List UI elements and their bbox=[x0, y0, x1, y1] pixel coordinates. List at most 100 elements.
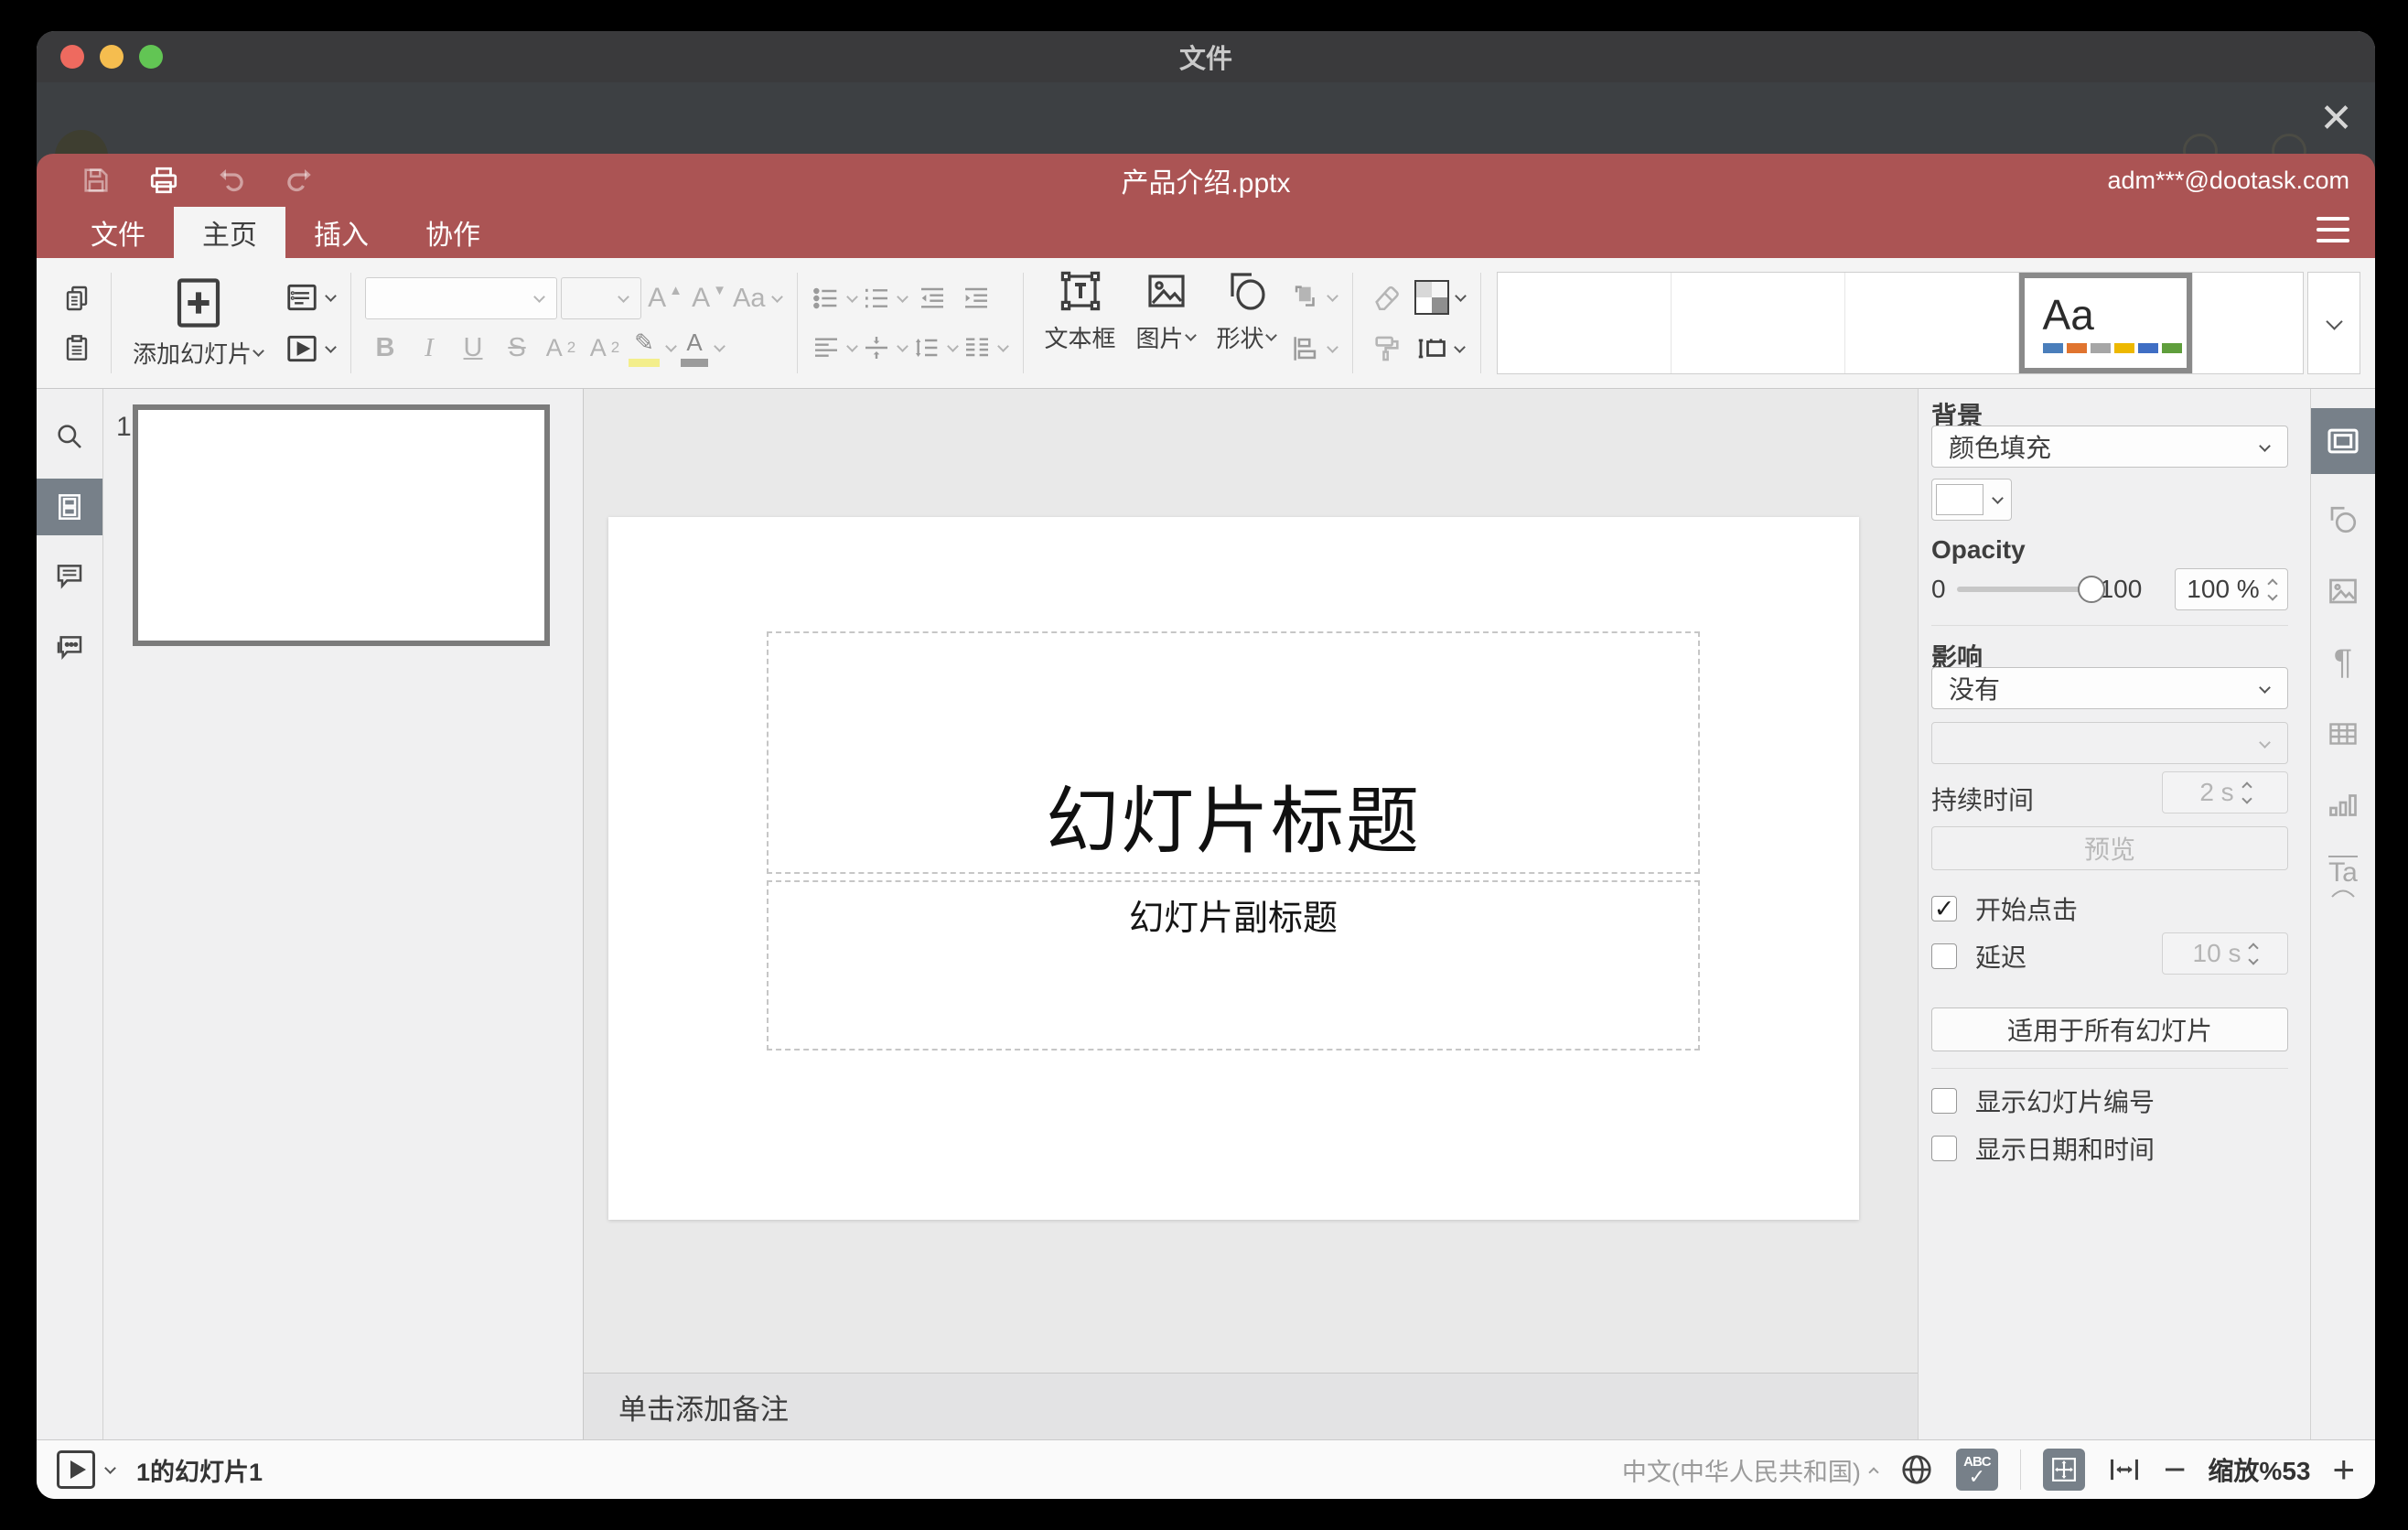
preview-button[interactable]: 预览 bbox=[1931, 826, 2288, 870]
effect-select[interactable]: 没有 bbox=[1931, 667, 2288, 709]
tab-file[interactable]: 文件 bbox=[62, 207, 174, 258]
font-color-button[interactable]: A bbox=[681, 327, 726, 369]
increase-font-button[interactable]: A ▲ bbox=[645, 277, 685, 319]
theme-item[interactable] bbox=[1497, 273, 1672, 373]
slide-editor[interactable]: 幻灯片标题 幻灯片副标题 bbox=[608, 517, 1859, 1220]
highlight-color-button[interactable]: ✎ bbox=[629, 327, 677, 369]
align-shape-button[interactable] bbox=[1290, 328, 1338, 370]
horizontal-align-button[interactable] bbox=[812, 327, 858, 369]
numbered-list-button[interactable] bbox=[862, 277, 908, 319]
account-email[interactable]: adm***@dootask.com bbox=[2107, 167, 2349, 195]
chart-settings-tab[interactable] bbox=[2311, 780, 2375, 831]
minimize-traffic-icon[interactable] bbox=[100, 45, 124, 69]
redo-icon[interactable] bbox=[280, 161, 318, 199]
insert-textbox-button[interactable]: 文本框 bbox=[1037, 258, 1123, 364]
paragraph-settings-tab[interactable]: ¶ bbox=[2311, 637, 2375, 688]
undo-icon[interactable] bbox=[212, 161, 251, 199]
tab-collaboration[interactable]: 协作 bbox=[397, 207, 509, 258]
strikethrough-button[interactable]: S bbox=[497, 327, 537, 369]
copy-style-roller-icon[interactable] bbox=[1367, 328, 1407, 370]
theme-item[interactable] bbox=[1844, 273, 2019, 373]
duration-spinner[interactable]: 2 s bbox=[2162, 771, 2288, 813]
zoom-out-button[interactable]: − bbox=[2164, 1450, 2187, 1489]
close-traffic-icon[interactable] bbox=[60, 45, 84, 69]
table-settings-tab[interactable] bbox=[2311, 708, 2375, 760]
slide-size-button[interactable] bbox=[1414, 328, 1467, 370]
maximize-traffic-icon[interactable] bbox=[139, 45, 163, 69]
spinner-arrows[interactable] bbox=[2241, 781, 2252, 804]
fill-type-select[interactable]: 颜色填充 bbox=[1931, 426, 2288, 468]
delay-spinner[interactable]: 10 s bbox=[2162, 932, 2288, 975]
start-slideshow-status-button[interactable] bbox=[57, 1450, 95, 1489]
decrease-font-button[interactable]: A ▼ bbox=[689, 277, 729, 319]
effect-type-select[interactable] bbox=[1931, 722, 2288, 764]
search-button[interactable] bbox=[37, 407, 102, 466]
fit-to-slide-button[interactable] bbox=[2042, 1449, 2085, 1491]
comments-tab[interactable] bbox=[37, 546, 102, 605]
tab-home[interactable]: 主页 bbox=[174, 207, 285, 258]
superscript-button[interactable]: A2 bbox=[541, 327, 581, 369]
font-size-select[interactable] bbox=[561, 277, 642, 319]
theme-item[interactable] bbox=[2192, 273, 2303, 373]
slide-settings-tab[interactable] bbox=[2311, 408, 2375, 474]
language-selector[interactable]: 中文(中华人民共和国) bbox=[1622, 1452, 1879, 1488]
subscript-button[interactable]: A2 bbox=[585, 327, 625, 369]
italic-button[interactable]: I bbox=[409, 327, 449, 369]
change-case-button[interactable]: Aa bbox=[733, 277, 783, 319]
shape-settings-tab[interactable] bbox=[2311, 494, 2375, 545]
font-name-select[interactable] bbox=[365, 277, 558, 319]
theme-item-selected[interactable]: Aa bbox=[2018, 273, 2193, 373]
opacity-slider-handle[interactable] bbox=[2077, 576, 2105, 603]
slides-panel-tab[interactable] bbox=[37, 479, 102, 535]
shape-label: 形状 bbox=[1216, 324, 1264, 352]
paste-icon[interactable] bbox=[57, 327, 97, 369]
apply-to-all-button[interactable]: 适用于所有幻灯片 bbox=[1931, 1007, 2288, 1051]
shape-fill-color-button[interactable] bbox=[1414, 276, 1467, 318]
underline-button[interactable]: U bbox=[453, 327, 493, 369]
chevron-down-icon bbox=[1992, 491, 2004, 504]
decrease-indent-button[interactable] bbox=[912, 277, 952, 319]
slide-thumbnail[interactable] bbox=[133, 404, 550, 646]
spellcheck-toggle[interactable]: ABC ✓ bbox=[1955, 1449, 1998, 1491]
start-slideshow-button[interactable] bbox=[285, 328, 337, 370]
opacity-spinner[interactable]: 100 % bbox=[2175, 568, 2288, 610]
bullet-list-button[interactable] bbox=[812, 277, 858, 319]
start-on-click-checkbox[interactable]: ✓ bbox=[1931, 896, 1957, 921]
add-slide-button[interactable]: 添加幻灯片 bbox=[125, 270, 272, 376]
vertical-align-button[interactable] bbox=[862, 327, 908, 369]
notes-area[interactable]: 单击添加备注 bbox=[584, 1373, 1918, 1439]
fill-color-picker[interactable] bbox=[1931, 479, 2012, 521]
theme-item[interactable] bbox=[1671, 273, 1845, 373]
eraser-icon[interactable] bbox=[1367, 276, 1407, 318]
tab-insert[interactable]: 插入 bbox=[285, 207, 397, 258]
opacity-slider[interactable] bbox=[1956, 576, 2105, 603]
delay-checkbox[interactable] bbox=[1931, 943, 1957, 969]
columns-button[interactable] bbox=[962, 327, 1009, 369]
zoom-in-button[interactable]: + bbox=[2332, 1450, 2355, 1489]
bold-button[interactable]: B bbox=[365, 327, 405, 369]
textart-settings-tab[interactable]: Ta bbox=[2311, 851, 2375, 902]
document-language-icon[interactable] bbox=[1899, 1452, 1934, 1487]
show-datetime-checkbox[interactable] bbox=[1931, 1136, 1957, 1161]
close-icon[interactable]: ✕ bbox=[2319, 99, 2353, 139]
insert-shape-button[interactable]: 形状 bbox=[1209, 258, 1285, 364]
title-placeholder[interactable]: 幻灯片标题 bbox=[767, 631, 1700, 874]
fit-to-width-button[interactable] bbox=[2107, 1452, 2142, 1487]
image-settings-tab[interactable] bbox=[2311, 566, 2375, 617]
menu-icon[interactable] bbox=[2317, 217, 2349, 242]
line-spacing-button[interactable] bbox=[912, 327, 959, 369]
arrange-shape-button[interactable] bbox=[1290, 276, 1338, 318]
spinner-arrows[interactable] bbox=[2248, 942, 2260, 965]
subtitle-placeholder[interactable]: 幻灯片副标题 bbox=[767, 880, 1700, 1051]
show-slide-number-checkbox[interactable] bbox=[1931, 1088, 1957, 1114]
theme-gallery-expand-button[interactable] bbox=[2307, 272, 2360, 374]
chevron-down-icon[interactable] bbox=[104, 1461, 116, 1474]
spinner-arrows[interactable] bbox=[2267, 577, 2278, 601]
slide-layout-button[interactable] bbox=[285, 276, 337, 318]
print-icon[interactable] bbox=[145, 161, 183, 199]
increase-indent-button[interactable] bbox=[956, 277, 996, 319]
save-icon[interactable] bbox=[77, 161, 115, 199]
copy-icon[interactable] bbox=[57, 277, 97, 319]
insert-image-button[interactable]: 图片 bbox=[1129, 258, 1204, 364]
chat-tab[interactable] bbox=[37, 618, 102, 676]
